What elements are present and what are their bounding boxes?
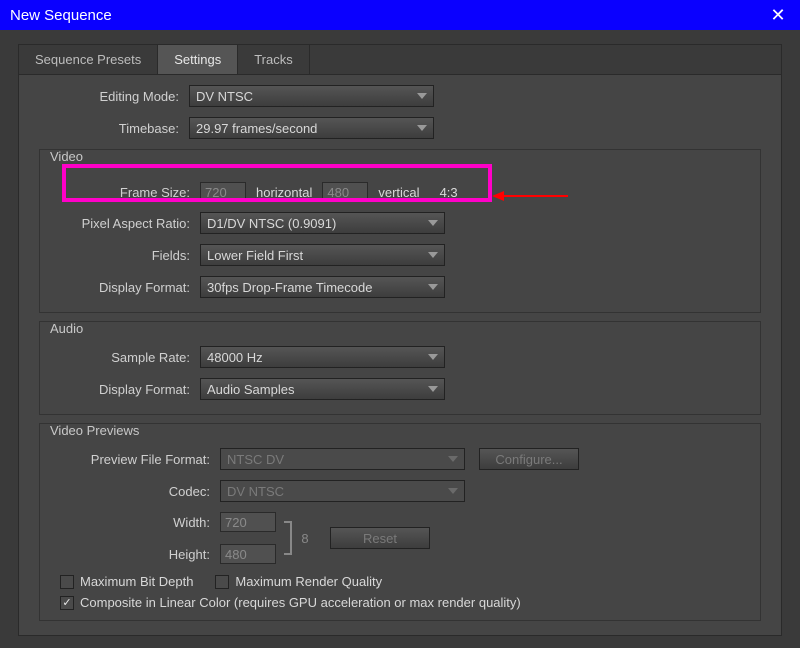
max-bit-depth-checkbox[interactable]: Maximum Bit Depth — [60, 574, 193, 589]
sample-rate-label: Sample Rate: — [50, 350, 200, 365]
timebase-label: Timebase: — [39, 121, 189, 136]
chevron-down-icon — [428, 354, 438, 360]
width-height-block: Width: 720 Height: 480 8 Reset — [50, 512, 750, 564]
tab-bar: Sequence Presets Settings Tracks — [19, 45, 781, 75]
frame-height-input[interactable]: 480 — [322, 182, 368, 202]
preview-height-label: Height: — [50, 547, 220, 562]
fields-row: Fields: Lower Field First — [50, 244, 750, 266]
preview-height-input: 480 — [220, 544, 276, 564]
chevron-down-icon — [417, 125, 427, 131]
close-icon[interactable]: ✕ — [766, 5, 790, 26]
dialog-panel: Sequence Presets Settings Tracks Editing… — [18, 44, 782, 636]
chevron-down-icon — [417, 93, 427, 99]
audio-group: Audio Sample Rate: 48000 Hz Display Form… — [39, 321, 761, 415]
video-previews-legend: Video Previews — [50, 423, 139, 438]
max-bit-depth-label: Maximum Bit Depth — [80, 574, 193, 589]
audio-legend: Audio — [50, 321, 83, 336]
checkbox-row-2: ✓ Composite in Linear Color (requires GP… — [50, 595, 750, 610]
reset-button: Reset — [330, 527, 430, 549]
fields-select[interactable]: Lower Field First — [200, 244, 445, 266]
horizontal-label: horizontal — [256, 185, 312, 200]
window-title: New Sequence — [10, 7, 112, 24]
checkbox-icon — [60, 575, 74, 589]
timebase-value: 29.97 frames/second — [196, 121, 317, 136]
preview-file-format-label: Preview File Format: — [50, 452, 220, 467]
par-row: Pixel Aspect Ratio: D1/DV NTSC (0.9091) — [50, 212, 750, 234]
chevron-down-icon — [428, 284, 438, 290]
editing-mode-select[interactable]: DV NTSC — [189, 85, 434, 107]
par-select[interactable]: D1/DV NTSC (0.9091) — [200, 212, 445, 234]
titlebar: New Sequence ✕ — [0, 0, 800, 30]
fields-label: Fields: — [50, 248, 200, 263]
par-value: D1/DV NTSC (0.9091) — [207, 216, 336, 231]
chevron-down-icon — [428, 386, 438, 392]
video-disp-label: Display Format: — [50, 280, 200, 295]
vertical-label: vertical — [378, 185, 419, 200]
link-icon[interactable]: 8 — [300, 531, 310, 546]
editing-mode-label: Editing Mode: — [39, 89, 189, 104]
video-display-format-row: Display Format: 30fps Drop-Frame Timecod… — [50, 276, 750, 298]
preview-width-input: 720 — [220, 512, 276, 532]
chevron-down-icon — [448, 456, 458, 462]
editing-mode-row: Editing Mode: DV NTSC — [39, 85, 761, 107]
codec-row: Codec: DV NTSC — [50, 480, 750, 502]
codec-label: Codec: — [50, 484, 220, 499]
sample-rate-select[interactable]: 48000 Hz — [200, 346, 445, 368]
max-render-quality-label: Maximum Render Quality — [235, 574, 382, 589]
timebase-row: Timebase: 29.97 frames/second — [39, 117, 761, 139]
checkbox-row-1: Maximum Bit Depth Maximum Render Quality — [50, 574, 750, 589]
video-legend: Video — [50, 149, 83, 164]
preview-file-format-row: Preview File Format: NTSC DV Configure..… — [50, 448, 750, 470]
audio-disp-select[interactable]: Audio Samples — [200, 378, 445, 400]
preview-width-label: Width: — [50, 515, 220, 530]
frame-size-row: Frame Size: 720 horizontal 480 vertical … — [50, 182, 750, 202]
chevron-down-icon — [428, 252, 438, 258]
codec-select: DV NTSC — [220, 480, 465, 502]
aspect-ratio-text: 4:3 — [440, 185, 458, 200]
max-render-quality-checkbox[interactable]: Maximum Render Quality — [215, 574, 382, 589]
video-disp-select[interactable]: 30fps Drop-Frame Timecode — [200, 276, 445, 298]
par-label: Pixel Aspect Ratio: — [50, 216, 200, 231]
checkbox-checked-icon: ✓ — [60, 596, 74, 610]
audio-disp-value: Audio Samples — [207, 382, 294, 397]
frame-size-label: Frame Size: — [50, 185, 200, 200]
checkbox-icon — [215, 575, 229, 589]
video-group: Video Frame Size: 720 horizontal 480 ver… — [39, 149, 761, 313]
preview-file-format-value: NTSC DV — [227, 452, 284, 467]
composite-linear-checkbox[interactable]: ✓ Composite in Linear Color (requires GP… — [60, 595, 521, 610]
timebase-select[interactable]: 29.97 frames/second — [189, 117, 434, 139]
editing-mode-value: DV NTSC — [196, 89, 253, 104]
settings-body: Editing Mode: DV NTSC Timebase: 29.97 fr… — [19, 75, 781, 635]
tab-tracks[interactable]: Tracks — [238, 45, 310, 74]
audio-disp-label: Display Format: — [50, 382, 200, 397]
bracket-icon — [284, 521, 292, 555]
video-previews-group: Video Previews Preview File Format: NTSC… — [39, 423, 761, 621]
video-disp-value: 30fps Drop-Frame Timecode — [207, 280, 372, 295]
sample-rate-row: Sample Rate: 48000 Hz — [50, 346, 750, 368]
composite-linear-label: Composite in Linear Color (requires GPU … — [80, 595, 521, 610]
configure-button: Configure... — [479, 448, 579, 470]
audio-display-format-row: Display Format: Audio Samples — [50, 378, 750, 400]
tab-settings[interactable]: Settings — [158, 45, 238, 74]
chevron-down-icon — [448, 488, 458, 494]
chevron-down-icon — [428, 220, 438, 226]
codec-value: DV NTSC — [227, 484, 284, 499]
preview-file-format-select: NTSC DV — [220, 448, 465, 470]
tab-sequence-presets[interactable]: Sequence Presets — [19, 45, 158, 74]
sample-rate-value: 48000 Hz — [207, 350, 263, 365]
fields-value: Lower Field First — [207, 248, 303, 263]
frame-width-input[interactable]: 720 — [200, 182, 246, 202]
